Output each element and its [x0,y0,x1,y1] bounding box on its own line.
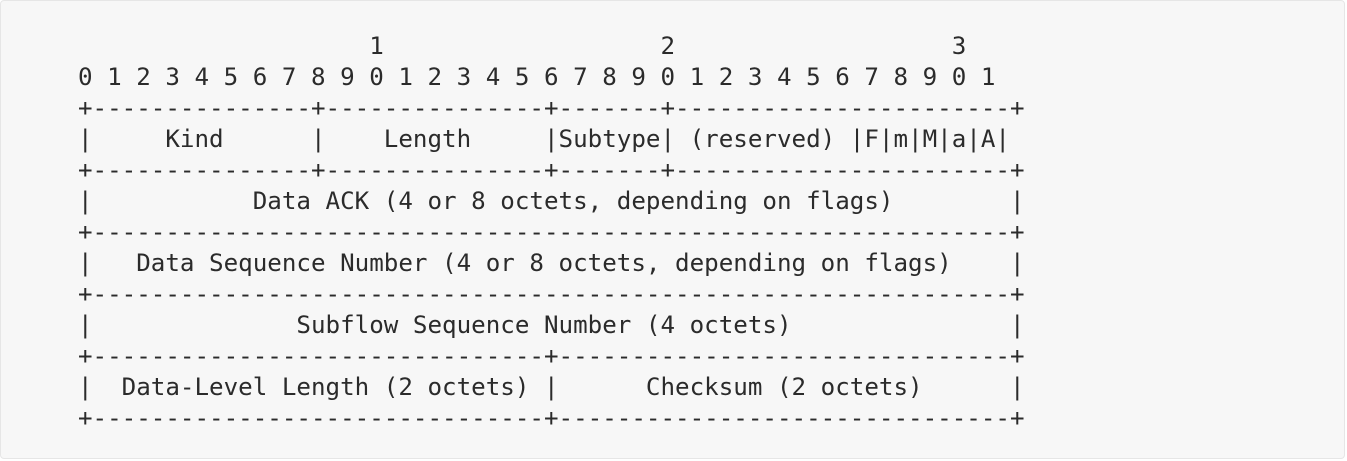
bit-tens-row: 1 2 3 [78,32,967,60]
border-row: +---------------+---------------+-------… [78,94,1025,122]
border-row: +-------------------------------+-------… [78,404,1025,432]
field-row-subflow-sequence-number: | Subflow Sequence Number (4 octets) | [78,311,1025,339]
bit-ones-row: 0 1 2 3 4 5 6 7 8 9 0 1 2 3 4 5 6 7 8 9 … [78,63,996,91]
border-row: +---------------------------------------… [78,218,1025,246]
field-row-kind-length-subtype-flags: | Kind | Length |Subtype| (reserved) |F|… [78,125,1010,153]
field-row-data-ack: | Data ACK (4 or 8 octets, depending on … [78,187,1025,215]
field-row-length-checksum: | Data-Level Length (2 octets) | Checksu… [78,373,1025,401]
border-row: +-------------------------------+-------… [78,342,1025,370]
border-row: +---------------------------------------… [78,280,1025,308]
packet-header-diagram: 1 2 3 0 1 2 3 4 5 6 7 8 9 0 1 2 3 4 5 6 7… [78,31,1025,434]
border-row: +---------------+---------------+-------… [78,156,1025,184]
field-row-data-sequence-number: | Data Sequence Number (4 or 8 octets, d… [78,249,1025,277]
code-block: 1 2 3 0 1 2 3 4 5 6 7 8 9 0 1 2 3 4 5 6 7… [0,0,1345,459]
